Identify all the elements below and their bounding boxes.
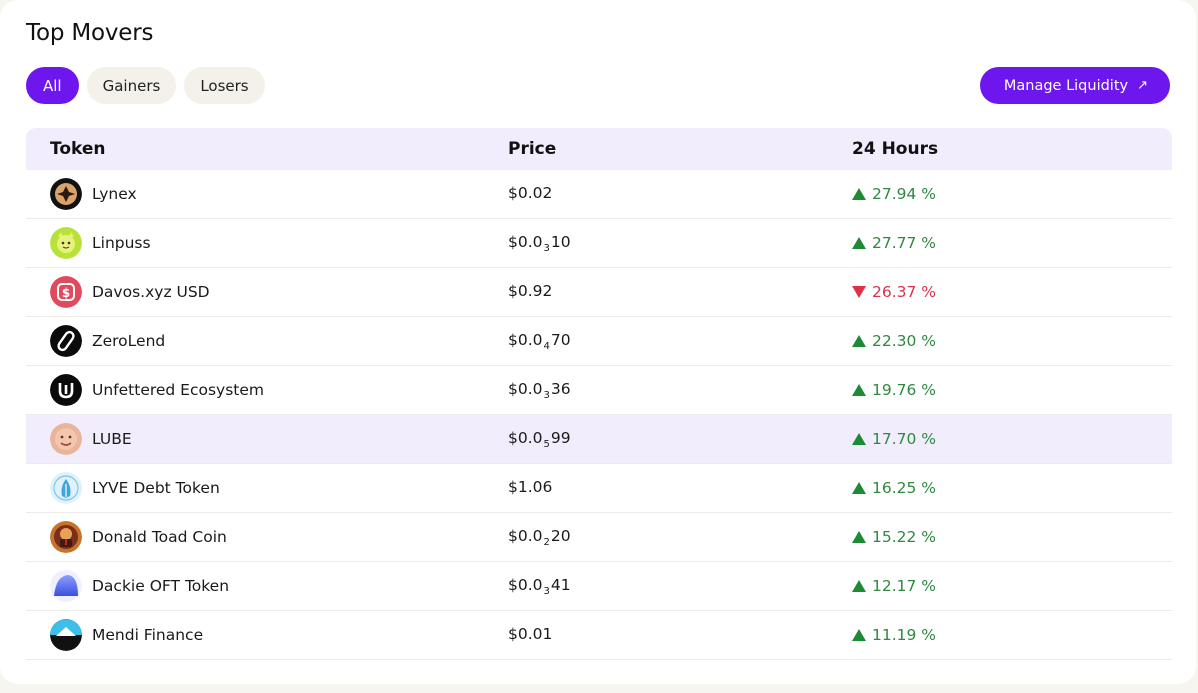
filter-all-button[interactable]: All <box>26 67 79 104</box>
mendi-logo-icon <box>50 619 82 651</box>
table-row[interactable]: Unfettered Ecosystem $0.0336 19.76 % <box>26 366 1172 415</box>
token-price: $0.0310 <box>508 232 571 254</box>
lube-logo-icon <box>50 423 82 455</box>
unfettered-logo-icon <box>50 374 82 406</box>
table-row[interactable]: LUBE $0.0599 17.70 % <box>26 415 1172 464</box>
token-price: $0.0220 <box>508 526 571 548</box>
token-change: 19.76 % <box>852 381 1172 399</box>
triangle-up-icon <box>852 482 866 494</box>
zerolend-logo-icon <box>50 325 82 357</box>
manage-liquidity-button[interactable]: Manage Liquidity ↗ <box>979 67 1170 104</box>
manage-liquidity-label: Manage Liquidity <box>1003 77 1129 94</box>
triangle-down-icon <box>852 286 866 298</box>
triangle-up-icon <box>852 384 866 396</box>
header-24h: 24 Hours <box>852 139 939 159</box>
arrow-up-right-icon: ↗ <box>1137 78 1148 93</box>
token-name: LUBE <box>92 430 132 448</box>
triangle-up-icon <box>852 531 866 543</box>
token-name: Davos.xyz USD <box>92 283 210 301</box>
token-change: 12.17 % <box>852 577 1172 595</box>
dackie-logo-icon <box>50 570 82 602</box>
triangle-up-icon <box>852 237 866 249</box>
token-name: Dackie OFT Token <box>92 577 230 595</box>
lyve-logo-icon <box>50 472 82 504</box>
token-name: LYVE Debt Token <box>92 479 220 497</box>
table-row[interactable]: Linpuss $0.0310 27.77 % <box>26 219 1172 268</box>
table-row[interactable]: Donald Toad Coin $0.0220 15.22 % <box>26 513 1172 562</box>
filter-tabs: All Gainers Losers <box>26 67 265 104</box>
linpuss-logo-icon <box>50 227 82 259</box>
token-change: 27.77 % <box>852 234 1172 252</box>
triangle-up-icon <box>852 335 866 347</box>
davos-logo-icon: $ <box>50 276 82 308</box>
token-price: $0.0470 <box>508 330 571 352</box>
token-change: 22.30 % <box>852 332 1172 350</box>
table-row[interactable]: $ Davos.xyz USD $0.92 26.37 % <box>26 268 1172 317</box>
triangle-up-icon <box>852 580 866 592</box>
triangle-up-icon <box>852 188 866 200</box>
table-row[interactable]: ZeroLend $0.0470 22.30 % <box>26 317 1172 366</box>
token-change: 27.94 % <box>852 185 1172 203</box>
token-change: 17.70 % <box>852 430 1172 448</box>
table-body: Lynex $0.02 27.94 % Linpuss $0.0310 27.7… <box>26 170 1172 660</box>
token-change: 15.22 % <box>852 528 1172 546</box>
filter-losers-button[interactable]: Losers <box>184 67 265 104</box>
filter-gainers-button[interactable]: Gainers <box>86 67 177 104</box>
token-name: Mendi Finance <box>92 626 204 644</box>
svg-text:$: $ <box>62 286 70 300</box>
token-name: ZeroLend <box>92 332 166 350</box>
lynex-logo-icon <box>50 178 82 210</box>
token-name: Unfettered Ecosystem <box>92 381 265 399</box>
token-price: $0.0341 <box>508 575 571 597</box>
donald-toad-logo-icon <box>50 521 82 553</box>
token-price: $0.0336 <box>508 379 571 401</box>
table-row[interactable]: Mendi Finance $0.01 11.19 % <box>26 611 1172 660</box>
token-change: 26.37 % <box>852 283 1172 301</box>
token-change: 16.25 % <box>852 479 1172 497</box>
movers-table: Token Price 24 Hours Lynex $0.02 27.94 %… <box>26 128 1172 660</box>
token-name: Donald Toad Coin <box>92 528 227 546</box>
triangle-up-icon <box>852 629 866 641</box>
table-row[interactable]: Dackie OFT Token $0.0341 12.17 % <box>26 562 1172 611</box>
triangle-up-icon <box>852 433 866 445</box>
token-price: $0.02 <box>508 183 553 202</box>
table-header: Token Price 24 Hours <box>26 128 1172 170</box>
token-price: $0.01 <box>508 624 553 643</box>
page-title: Top Movers <box>26 20 154 46</box>
table-row[interactable]: LYVE Debt Token $1.06 16.25 % <box>26 464 1172 513</box>
token-price: $1.06 <box>508 477 553 496</box>
header-price: Price <box>508 139 557 159</box>
table-row[interactable]: Lynex $0.02 27.94 % <box>26 170 1172 219</box>
token-price: $0.92 <box>508 281 553 300</box>
token-change: 11.19 % <box>852 626 1172 644</box>
token-name: Linpuss <box>92 234 151 252</box>
header-token: Token <box>50 139 106 159</box>
top-movers-card: Top Movers All Gainers Losers Manage Liq… <box>0 0 1196 684</box>
token-name: Lynex <box>92 185 137 203</box>
token-price: $0.0599 <box>508 428 571 450</box>
